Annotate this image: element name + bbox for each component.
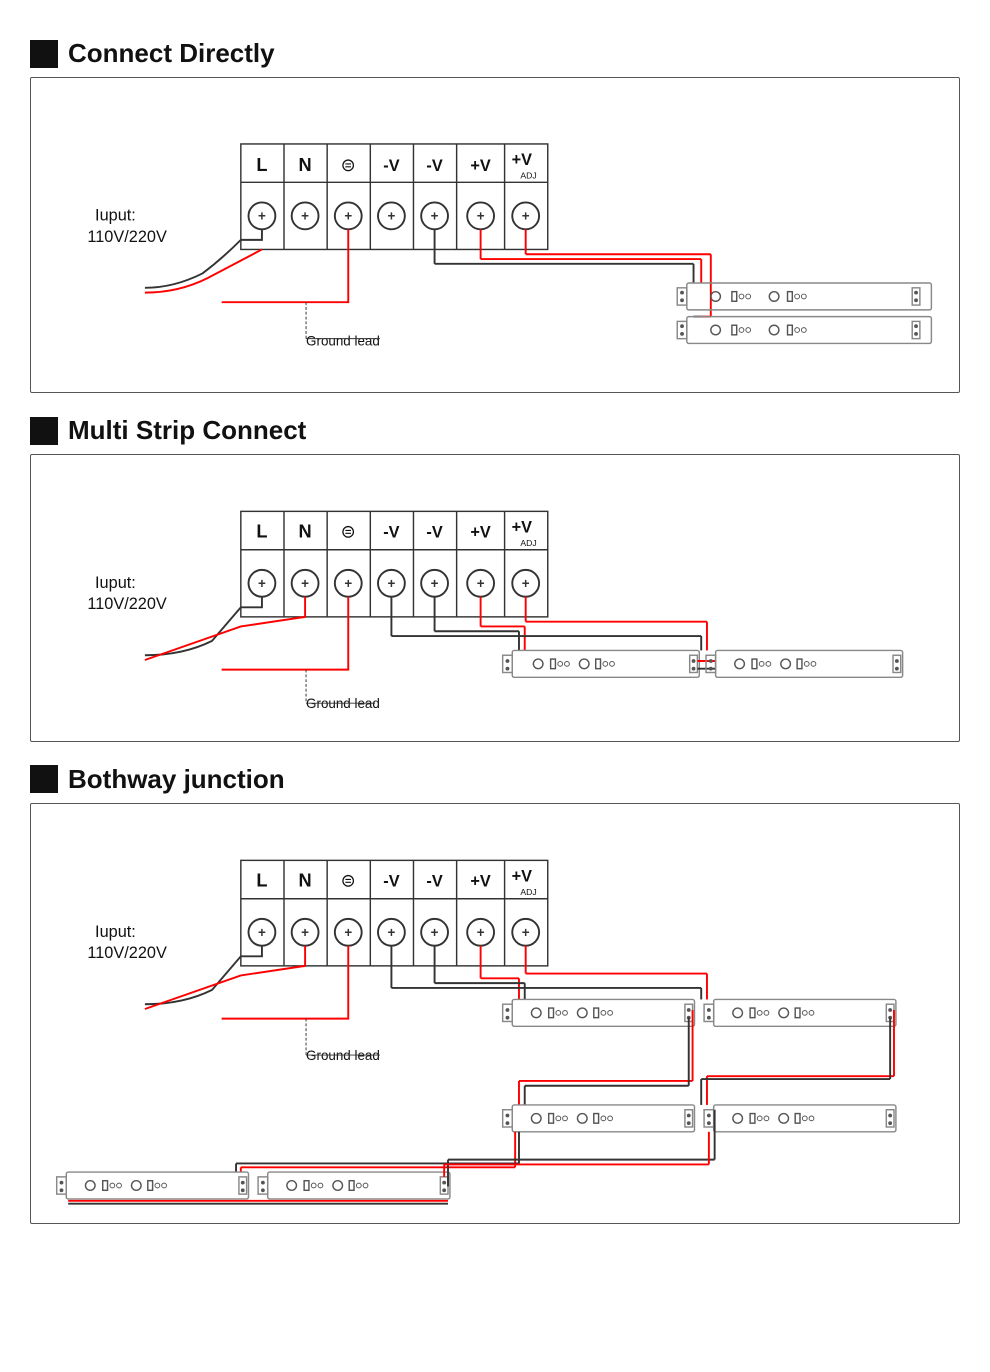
svg-text:ADJ: ADJ — [520, 538, 536, 548]
svg-text:L: L — [256, 521, 267, 541]
input-voltage-3: 110V/220V — [87, 944, 167, 962]
svg-text:+V: +V — [470, 523, 491, 541]
svg-text:+: + — [301, 209, 309, 224]
svg-text:ADJ: ADJ — [520, 886, 536, 896]
svg-text:+: + — [344, 925, 352, 940]
svg-text:-V: -V — [383, 872, 399, 890]
svg-text:+: + — [387, 925, 395, 940]
svg-text:L: L — [256, 155, 267, 175]
svg-text:+: + — [477, 925, 485, 940]
svg-text:+: + — [522, 925, 530, 940]
svg-text:N: N — [299, 155, 312, 175]
input-voltage-2: 110V/220V — [87, 595, 167, 613]
diagram-3: Iuput: 110V/220V L N ⊜ -V -V +V +V ADJ +… — [30, 803, 960, 1225]
svg-text:+: + — [344, 209, 352, 224]
svg-text:+: + — [387, 209, 395, 224]
svg-text:+: + — [301, 925, 309, 940]
svg-text:+: + — [387, 576, 395, 591]
svg-text:-V: -V — [426, 872, 442, 890]
svg-text:+V: +V — [470, 872, 491, 890]
svg-text:+: + — [431, 576, 439, 591]
svg-text:N: N — [299, 870, 312, 890]
svg-text:+V: +V — [512, 519, 533, 537]
section-1-title: Connect Directly — [68, 38, 275, 69]
svg-text:+: + — [258, 576, 266, 591]
svg-text:N: N — [299, 521, 312, 541]
input-voltage-1: 110V/220V — [87, 228, 167, 246]
svg-text:+: + — [522, 209, 530, 224]
svg-text:-V: -V — [383, 523, 399, 541]
svg-text:+: + — [477, 576, 485, 591]
svg-text:-V: -V — [426, 157, 442, 175]
input-label-3: Iuput: — [95, 923, 136, 941]
svg-text:+: + — [431, 925, 439, 940]
section-3-icon — [30, 765, 58, 793]
svg-text:+: + — [431, 209, 439, 224]
svg-text:L: L — [256, 870, 267, 890]
input-label-1: Iuput: — [95, 207, 136, 225]
ground-lead-1: Ground lead — [306, 333, 380, 348]
svg-text:-V: -V — [426, 523, 442, 541]
svg-text:+V: +V — [470, 157, 491, 175]
svg-text:+: + — [258, 209, 266, 224]
diagram-1-svg: Iuput: 110V/220V L N ⊜ -V -V +V +V ADJ + — [49, 96, 941, 374]
section-3-header: Bothway junction — [30, 764, 960, 795]
svg-text:-V: -V — [383, 157, 399, 175]
svg-text:+: + — [344, 576, 352, 591]
section-2-title: Multi Strip Connect — [68, 415, 306, 446]
svg-text:+: + — [477, 209, 485, 224]
svg-text:+V: +V — [512, 151, 533, 169]
svg-text:⊜: ⊜ — [341, 870, 356, 890]
section-2-header: Multi Strip Connect — [30, 415, 960, 446]
svg-text:+: + — [258, 925, 266, 940]
svg-text:⊜: ⊜ — [341, 521, 356, 541]
diagram-1: Iuput: 110V/220V L N ⊜ -V -V +V +V ADJ + — [30, 77, 960, 393]
section-1-icon — [30, 40, 58, 68]
svg-text:ADJ: ADJ — [520, 170, 536, 180]
diagram-3-svg: Iuput: 110V/220V L N ⊜ -V -V +V +V ADJ +… — [49, 822, 941, 1206]
svg-text:⊜: ⊜ — [341, 155, 356, 175]
svg-text:+: + — [301, 576, 309, 591]
section-2-icon — [30, 417, 58, 445]
section-1-header: Connect Directly — [30, 38, 960, 69]
section-3-title: Bothway junction — [68, 764, 285, 795]
diagram-2-svg: Iuput: 110V/220V L N ⊜ -V -V +V +V ADJ +… — [49, 473, 941, 722]
svg-text:+: + — [522, 576, 530, 591]
svg-text:+V: +V — [512, 867, 533, 885]
diagram-2: Iuput: 110V/220V L N ⊜ -V -V +V +V ADJ +… — [30, 454, 960, 741]
input-label-2: Iuput: — [95, 574, 136, 592]
